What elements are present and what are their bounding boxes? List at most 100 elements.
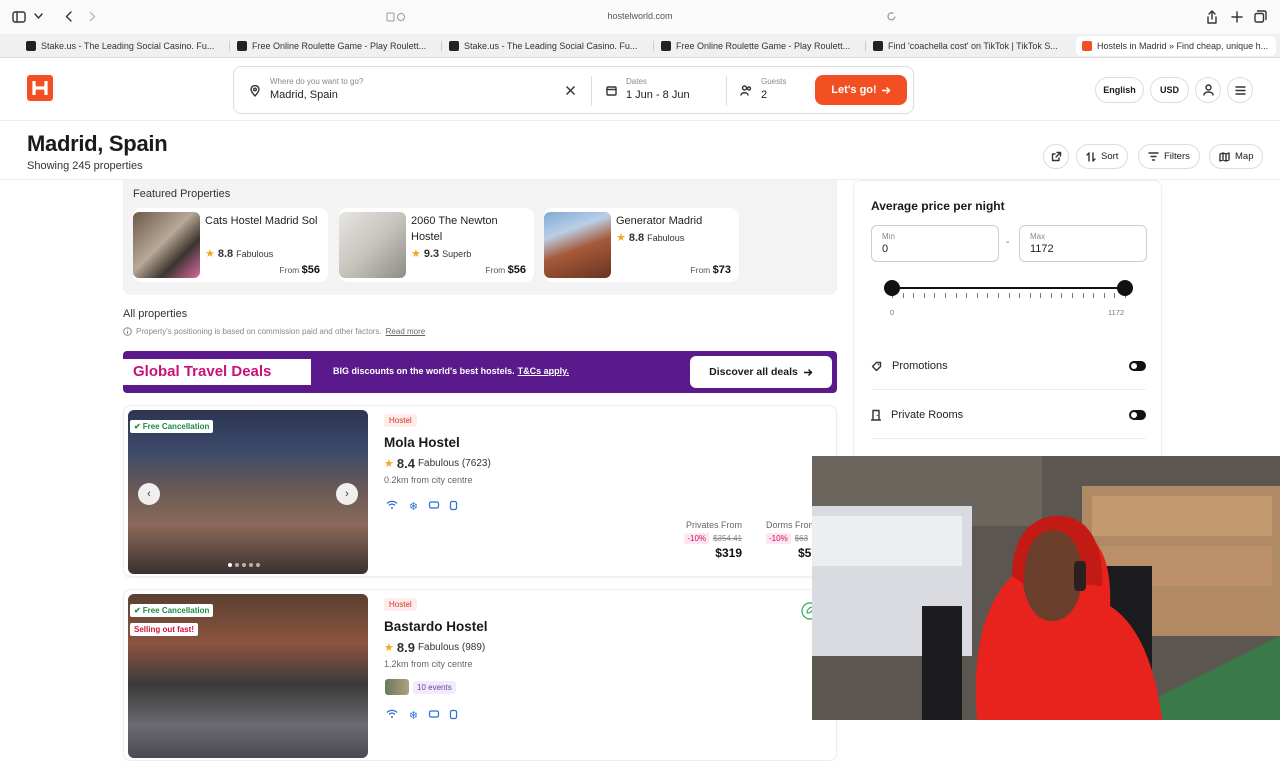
private-rooms-toggle[interactable] xyxy=(1129,410,1146,420)
destination-value: Madrid, Spain xyxy=(270,89,338,101)
dot xyxy=(228,563,232,567)
tcs-link[interactable]: T&Cs apply. xyxy=(518,366,569,376)
filters-button[interactable]: Filters xyxy=(1138,144,1200,169)
star-icon: ★ xyxy=(384,458,394,470)
hostelworld-logo[interactable] xyxy=(27,75,53,101)
sort-label: Sort xyxy=(1101,151,1119,162)
old-price: $63 xyxy=(794,534,809,543)
property-card[interactable]: ✔ Free Cancellation Selling out fast! Hos… xyxy=(123,589,837,761)
slider-tick xyxy=(902,293,904,298)
reload-icon[interactable] xyxy=(886,11,897,22)
featured-name: 2060 The Newton Hostel xyxy=(411,215,498,243)
promotions-toggle[interactable] xyxy=(1129,361,1146,371)
rating-text: Fabulous (989) xyxy=(417,642,486,653)
rating-value: 8.4 xyxy=(396,456,415,471)
slider-tick xyxy=(923,293,925,298)
destination-field[interactable]: Where do you want to go? Madrid, Spain xyxy=(270,77,550,101)
featured-card[interactable]: Cats Hostel Madrid Sol ★ 8.8 Fabulous From… xyxy=(133,208,328,282)
min-price-input[interactable]: Min 0 xyxy=(871,225,999,262)
url-bar[interactable]: hostelworld.com xyxy=(590,11,690,21)
browser-toolbar: hostelworld.com xyxy=(0,0,1280,34)
destination-label: Where do you want to go? xyxy=(270,77,364,86)
property-distance: 1.2km from city centre xyxy=(384,659,473,669)
tab-overview-icon[interactable] xyxy=(1254,10,1267,23)
max-label: Max xyxy=(1030,232,1046,241)
dot xyxy=(242,563,246,567)
browser-tab[interactable]: Stake.us - The Leading Social Casino. Fu… xyxy=(20,37,220,55)
featured-rating: ★ 9.3 Superb xyxy=(411,247,472,261)
events-chip[interactable]: 10 events xyxy=(385,679,456,695)
dates-label: Dates xyxy=(626,77,647,86)
tab-label: Stake.us - The Leading Social Casino. Fu… xyxy=(464,41,638,51)
property-card[interactable]: ✔ Free Cancellation ‹ › Hostel Mola Hoste… xyxy=(123,405,837,577)
locker-icon xyxy=(449,500,462,513)
selling-fast-badge: Selling out fast! xyxy=(130,623,198,636)
featured-card[interactable]: Generator Madrid ★ 8.8 Fabulous From $73 xyxy=(544,208,739,282)
sidebar-toggle-icon[interactable] xyxy=(12,11,26,23)
property-name[interactable]: Mola Hostel xyxy=(384,435,460,450)
share-icon[interactable] xyxy=(1206,10,1218,24)
amenities: ❄ xyxy=(386,500,462,513)
price-value: $56 xyxy=(507,264,526,276)
new-tab-icon[interactable] xyxy=(1231,11,1243,23)
free-cancellation-label: Free Cancellation xyxy=(142,606,210,615)
dates-field[interactable]: Dates 1 Jun - 8 Jun xyxy=(626,77,726,101)
browser-tab[interactable]: Free Online Roulette Game - Play Roulett… xyxy=(231,37,431,55)
slider-min-handle[interactable] xyxy=(884,280,900,296)
from-label: From xyxy=(690,265,711,275)
promotions-filter[interactable]: Promotions xyxy=(871,343,1146,390)
location-pin-icon xyxy=(250,85,260,97)
chevron-down-icon[interactable] xyxy=(34,12,43,20)
min-value: 0 xyxy=(882,243,889,255)
featured-title: Featured Properties xyxy=(133,188,231,200)
private-rooms-filter[interactable]: Private Rooms xyxy=(871,392,1146,439)
clear-destination-icon[interactable] xyxy=(565,85,576,96)
price-slider-track[interactable] xyxy=(892,287,1125,289)
door-icon xyxy=(871,409,881,421)
slider-max-handle[interactable] xyxy=(1117,280,1133,296)
dot xyxy=(249,563,253,567)
tab-strip: Stake.us - The Leading Social Casino. Fu… xyxy=(0,34,1280,58)
forward-icon[interactable] xyxy=(87,10,97,23)
browser-tab[interactable]: Free Online Roulette Game - Play Roulett… xyxy=(655,37,855,55)
photo-next-button[interactable]: › xyxy=(336,483,358,505)
photo-prev-button[interactable]: ‹ xyxy=(138,483,160,505)
account-icon[interactable] xyxy=(1195,77,1221,103)
featured-card[interactable]: 2060 The Newton Hostel ★ 9.3 Superb From $… xyxy=(339,208,534,282)
star-icon: ★ xyxy=(384,642,394,654)
slider-tick xyxy=(1008,293,1010,298)
slider-tick xyxy=(1082,293,1084,298)
events-label: 10 events xyxy=(413,680,456,694)
menu-icon[interactable] xyxy=(1227,77,1253,103)
tab-divider xyxy=(865,41,866,51)
lets-go-button[interactable]: Let's go! xyxy=(815,75,907,105)
locker-icon xyxy=(449,709,462,722)
back-icon[interactable] xyxy=(64,10,74,23)
filters-label: Filters xyxy=(1164,151,1190,162)
webcam-overlay xyxy=(812,456,1280,720)
read-more-link[interactable]: Read more xyxy=(386,327,426,336)
guests-label: Guests xyxy=(761,77,787,86)
property-name[interactable]: Bastardo Hostel xyxy=(384,619,488,634)
browser-tab-active[interactable]: Hostels in Madrid » Find cheap, unique h… xyxy=(1076,36,1276,56)
filter-icon xyxy=(1148,152,1159,161)
free-cancellation-badge: ✔ Free Cancellation xyxy=(130,604,214,617)
language-button[interactable]: English xyxy=(1095,77,1144,103)
tab-label: Find 'coachella cost' on TikTok | TikTok… xyxy=(888,41,1058,51)
browser-tab[interactable]: Find 'coachella cost' on TikTok | TikTok… xyxy=(867,37,1067,55)
browser-tab[interactable]: Stake.us - The Leading Social Casino. Fu… xyxy=(443,37,643,55)
share-results-icon[interactable] xyxy=(1043,144,1069,169)
snowflake-icon: ❄ xyxy=(408,501,419,513)
guests-field[interactable]: Guests 2 xyxy=(761,77,806,101)
rating-word: Superb xyxy=(442,248,472,259)
guests-icon xyxy=(740,85,752,96)
slider-tick xyxy=(1029,293,1031,298)
reader-icon[interactable] xyxy=(386,12,406,22)
check-icon: ✔ xyxy=(134,606,141,615)
sort-button[interactable]: Sort xyxy=(1076,144,1129,169)
tag-icon xyxy=(871,361,882,372)
map-button[interactable]: Map xyxy=(1209,144,1264,169)
currency-button[interactable]: USD xyxy=(1150,77,1189,103)
max-price-input[interactable]: Max 1172 xyxy=(1019,225,1147,262)
discover-deals-button[interactable]: Discover all deals xyxy=(690,356,832,388)
